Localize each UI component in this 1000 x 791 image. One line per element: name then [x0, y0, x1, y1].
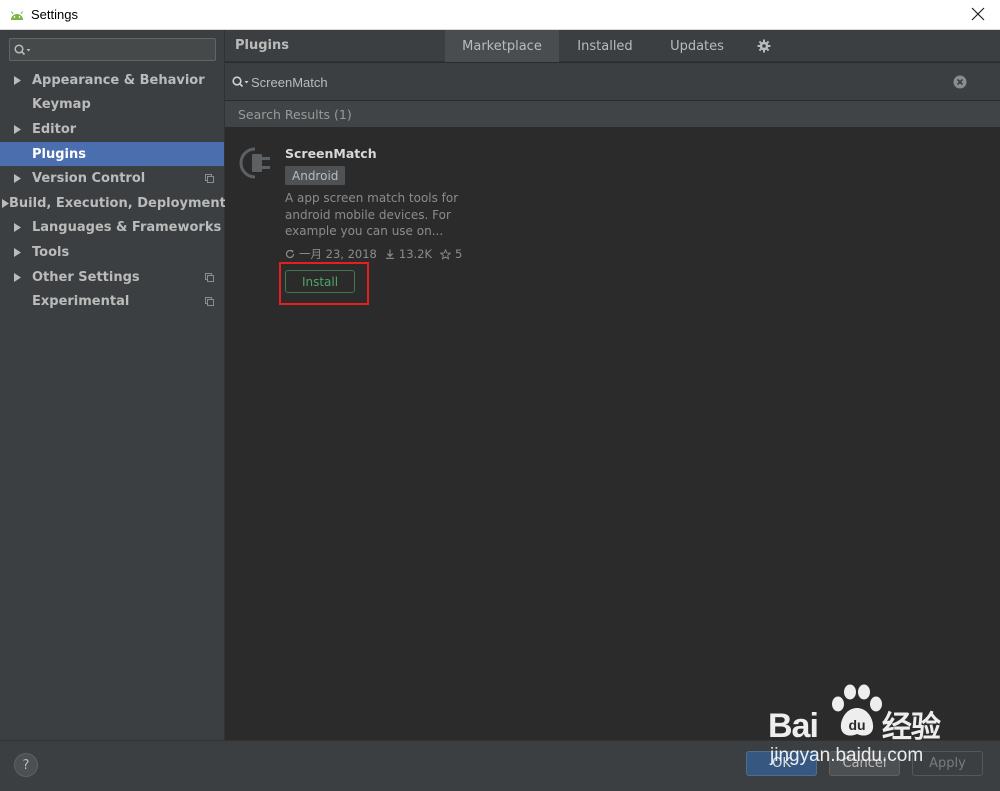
sidebar-item-tools[interactable]: Tools	[0, 240, 224, 265]
tab-updates[interactable]: Updates	[651, 30, 743, 62]
window-titlebar: Settings	[0, 0, 1000, 30]
sidebar-item-version-control[interactable]: Version Control	[0, 166, 224, 191]
sidebar-item-label: Appearance & Behavior	[32, 72, 205, 88]
close-button[interactable]	[968, 4, 988, 24]
sidebar-item-build-execution-deployment[interactable]: Build, Execution, Deployment	[0, 191, 226, 216]
sidebar-item-label: Languages & Frameworks	[32, 220, 222, 236]
sidebar-item-keymap[interactable]: Keymap	[0, 93, 224, 118]
sidebar-item-editor[interactable]: Editor	[0, 117, 224, 142]
sidebar-item-label: Build, Execution, Deployment	[9, 195, 226, 211]
expand-arrow-icon[interactable]	[0, 198, 9, 208]
plugin-search-bar	[225, 63, 1000, 101]
sidebar-search[interactable]	[9, 38, 216, 61]
project-scope-icon	[205, 174, 214, 184]
description-line: A app screen match tools for	[285, 191, 459, 205]
plugin-name[interactable]: ScreenMatch	[285, 146, 377, 161]
search-icon	[14, 43, 31, 55]
sidebar-item-label: Editor	[32, 121, 77, 137]
sidebar-item-other-settings[interactable]: Other Settings	[0, 265, 224, 290]
plugin-meta: 一月 23, 2018 13.2K 5	[285, 246, 462, 262]
plugin-downloads: 13.2K	[398, 247, 433, 261]
apply-button[interactable]: Apply	[912, 751, 983, 776]
sidebar-item-label: Other Settings	[32, 269, 140, 285]
settings-sidebar: Appearance & Behavior Keymap Editor Plugins…	[0, 30, 226, 740]
close-icon	[971, 7, 985, 21]
search-results-header: Search Results (1)	[225, 101, 1000, 127]
expand-arrow-icon[interactable]	[0, 124, 32, 134]
tab-installed[interactable]: Installed	[559, 30, 651, 62]
cancel-button[interactable]: Cancel	[829, 751, 900, 776]
dialog-footer: ? OK Cancel Apply	[0, 740, 1000, 791]
expand-arrow-icon[interactable]	[0, 75, 32, 85]
plugin-date: 一月 23, 2018	[299, 247, 377, 261]
sidebar-item-plugins[interactable]: Plugins	[0, 141, 224, 167]
expand-arrow-icon[interactable]	[0, 223, 32, 233]
clear-search-icon[interactable]	[953, 75, 967, 89]
sidebar-item-experimental[interactable]: Experimental	[0, 289, 224, 314]
expand-arrow-icon[interactable]	[0, 174, 32, 184]
page-title: Plugins	[235, 38, 289, 53]
sidebar-item-label: Experimental	[32, 294, 130, 310]
sidebar-item-label: Version Control	[32, 171, 146, 187]
help-button[interactable]: ?	[14, 753, 38, 777]
sidebar-search-input[interactable]	[36, 42, 206, 57]
expand-arrow-icon[interactable]	[0, 247, 32, 257]
star-icon	[440, 248, 452, 260]
plugin-tag[interactable]: Android	[285, 166, 346, 185]
sidebar-item-label: Keymap	[32, 97, 91, 113]
settings-tree: Appearance & Behavior Keymap Editor Plugins…	[0, 68, 226, 314]
sidebar-item-appearance-behavior[interactable]: Appearance & Behavior	[0, 68, 224, 93]
window-title: Settings	[31, 7, 78, 22]
ok-button[interactable]: OK	[746, 751, 817, 776]
project-scope-icon	[205, 297, 214, 307]
refresh-icon	[285, 249, 295, 259]
highlight-box	[279, 262, 369, 305]
download-icon	[385, 249, 394, 259]
project-scope-icon	[205, 272, 214, 282]
expand-arrow-icon[interactable]	[0, 272, 32, 282]
plugins-panel: Plugins Marketplace Installed Updates Sc…	[225, 30, 1000, 740]
gear-icon	[757, 39, 771, 53]
tab-marketplace[interactable]: Marketplace	[445, 30, 559, 62]
search-icon	[232, 76, 249, 88]
plugin-plug-icon	[239, 147, 270, 179]
sidebar-item-languages-frameworks[interactable]: Languages & Frameworks	[0, 216, 224, 241]
settings-gear-button[interactable]	[751, 30, 777, 62]
plugin-search-input[interactable]	[251, 72, 931, 92]
sidebar-item-label: Tools	[32, 244, 70, 260]
plugins-tabbar: Plugins Marketplace Installed Updates	[225, 30, 1000, 62]
sidebar-item-label: Plugins	[32, 146, 86, 162]
description-line: android mobile devices. For	[285, 207, 451, 222]
android-icon	[11, 10, 23, 20]
description-line: example you can use on...	[285, 224, 444, 238]
plugin-description: A app screen match tools for android mob…	[285, 190, 470, 240]
plugin-rating: 5	[455, 247, 463, 261]
